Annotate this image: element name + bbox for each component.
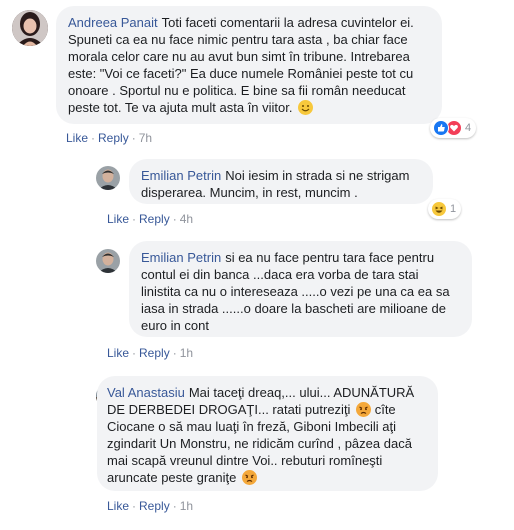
like-reaction-icon [433, 120, 449, 136]
timestamp[interactable]: 7h [139, 131, 152, 145]
reply-link[interactable]: Reply [98, 131, 129, 145]
reply-link[interactable]: Reply [139, 499, 170, 513]
angry-emoji-icon [242, 470, 257, 485]
comment-text: Toti faceti comentarii la adresa cuvinte… [68, 15, 414, 115]
like-link[interactable]: Like [107, 346, 129, 360]
reaction-count: 4 [465, 122, 472, 134]
timestamp[interactable]: 4h [180, 212, 193, 226]
reaction-count: 1 [450, 203, 457, 215]
haha-reaction-icon [431, 201, 447, 217]
timestamp[interactable]: 1h [180, 346, 193, 360]
reactions-summary[interactable]: 1 [428, 199, 462, 219]
comment-author[interactable]: Emilian Petrin [141, 250, 221, 265]
comment-actions: Like · Reply · 4h [107, 212, 194, 226]
avatar[interactable] [96, 249, 120, 273]
comment-actions: Like · Reply · 1h [107, 499, 194, 513]
comment-bubble: Emilian Petrin Noi iesim in strada si ne … [129, 159, 433, 204]
reactions-summary[interactable]: 4 [430, 118, 477, 138]
avatar[interactable] [96, 166, 120, 190]
comment-actions: Like · Reply · 7h [66, 131, 153, 145]
timestamp[interactable]: 1h [180, 499, 193, 513]
comment-bubble: Val Anastasiu Mai taceţi dreaq,... ului..… [97, 376, 438, 491]
avatar[interactable] [12, 10, 48, 46]
reply-link[interactable]: Reply [139, 212, 170, 226]
angry-emoji-icon [356, 402, 372, 417]
like-link[interactable]: Like [107, 499, 129, 513]
smile-emoji-icon [298, 100, 314, 115]
comment-actions: Like · Reply · 1h [107, 346, 194, 360]
reply-link[interactable]: Reply [139, 346, 170, 360]
comment-author[interactable]: Val Anastasiu [107, 385, 185, 400]
comment-author[interactable]: Andreea Panait [68, 15, 158, 30]
like-link[interactable]: Like [66, 131, 88, 145]
comment-bubble: Emilian Petrin si ea nu face pentru tara … [129, 241, 472, 337]
like-link[interactable]: Like [107, 212, 129, 226]
comment-author[interactable]: Emilian Petrin [141, 168, 221, 183]
comment-bubble: Andreea Panait Toti faceti comentarii la … [56, 6, 442, 124]
